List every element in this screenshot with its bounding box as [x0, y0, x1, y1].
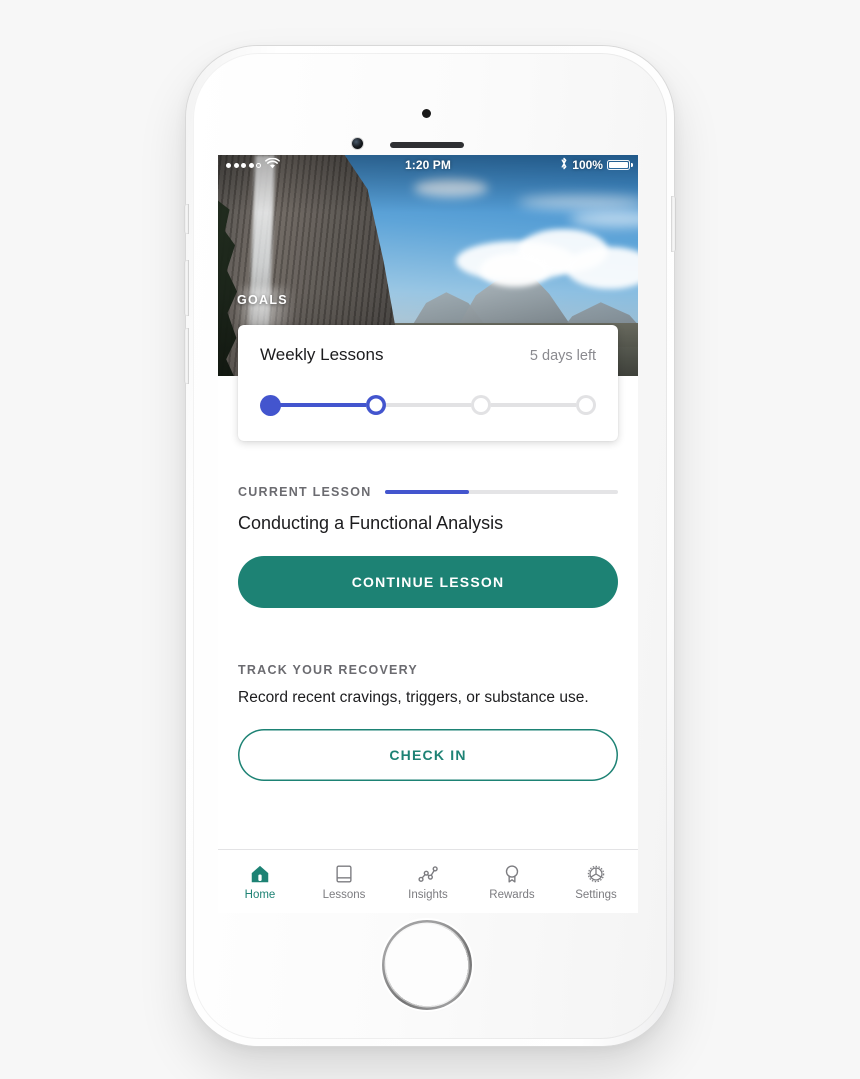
- phone-screen: 1:20 PM 100% GOALS Weekly Lessons 5 days…: [218, 155, 638, 913]
- tab-rewards-label: Rewards: [489, 888, 535, 901]
- goal-title: Weekly Lessons: [260, 345, 384, 364]
- status-bar-right: 100%: [499, 157, 638, 173]
- goals-section-label: GOALS: [237, 293, 288, 307]
- continue-lesson-button[interactable]: CONTINUE LESSON: [238, 556, 618, 608]
- book-icon: [333, 863, 355, 885]
- stepper-dot-2[interactable]: [366, 395, 386, 415]
- earpiece-speaker: [390, 142, 464, 148]
- weekly-progress-stepper[interactable]: [260, 393, 596, 417]
- cellular-signal-icon: [226, 162, 261, 168]
- tab-home[interactable]: Home: [218, 863, 302, 901]
- status-bar-clock: 1:20 PM: [404, 158, 452, 172]
- wifi-icon: [265, 157, 280, 172]
- track-recovery-description: Record recent cravings, triggers, or sub…: [238, 689, 589, 706]
- proximity-sensor-icon: [422, 109, 431, 118]
- front-camera-icon: [352, 138, 363, 149]
- gear-icon: [585, 863, 607, 885]
- lesson-progress-fill: [385, 490, 470, 494]
- stepper-dot-3[interactable]: [471, 395, 491, 415]
- status-bar-left: [218, 157, 357, 172]
- stepper-dot-1[interactable]: [260, 394, 281, 416]
- tab-home-label: Home: [244, 888, 276, 901]
- line-chart-icon: [417, 863, 439, 885]
- tab-insights-label: Insights: [408, 888, 448, 901]
- tab-rewards[interactable]: Rewards: [470, 863, 554, 901]
- tab-insights[interactable]: Insights: [386, 863, 470, 901]
- tab-lessons[interactable]: Lessons: [302, 863, 386, 901]
- stepper-dots: [260, 394, 596, 416]
- home-icon: [249, 863, 271, 885]
- home-button[interactable]: [382, 920, 472, 1010]
- bottom-tab-bar: Home Lessons Insights Rewards Settings: [218, 849, 638, 913]
- goal-days-left: 5 days left: [529, 348, 596, 364]
- status-bar: 1:20 PM 100%: [218, 155, 638, 175]
- volume-up-button[interactable]: [184, 260, 189, 316]
- check-in-button[interactable]: CHECK IN: [238, 729, 618, 781]
- battery-percent-label: 100%: [572, 158, 603, 172]
- battery-full-icon: [607, 160, 633, 171]
- award-medal-icon: [501, 863, 523, 885]
- power-button[interactable]: [671, 196, 676, 252]
- tab-settings-label: Settings: [575, 888, 617, 901]
- track-recovery-section: TRACK YOUR RECOVERY Record recent cravin…: [238, 663, 618, 781]
- track-recovery-kicker: TRACK YOUR RECOVERY: [238, 663, 419, 677]
- bluetooth-icon: [560, 157, 568, 173]
- mute-switch[interactable]: [184, 204, 189, 234]
- current-lesson-section: CURRENT LESSON Conducting a Functional A…: [238, 485, 618, 608]
- weekly-lessons-goal-card[interactable]: Weekly Lessons 5 days left: [238, 325, 618, 441]
- current-lesson-kicker: CURRENT LESSON: [238, 485, 372, 499]
- goal-card-header: Weekly Lessons 5 days left: [260, 345, 596, 365]
- tab-settings[interactable]: Settings: [554, 863, 638, 901]
- current-lesson-header: CURRENT LESSON: [238, 485, 618, 499]
- phone-device-frame: 1:20 PM 100% GOALS Weekly Lessons 5 days…: [184, 46, 676, 1046]
- lesson-progress-bar: [385, 490, 618, 494]
- stepper-dot-4[interactable]: [576, 395, 596, 415]
- tab-lessons-label: Lessons: [322, 888, 366, 901]
- current-lesson-title: Conducting a Functional Analysis: [238, 513, 504, 533]
- volume-down-button[interactable]: [184, 328, 189, 384]
